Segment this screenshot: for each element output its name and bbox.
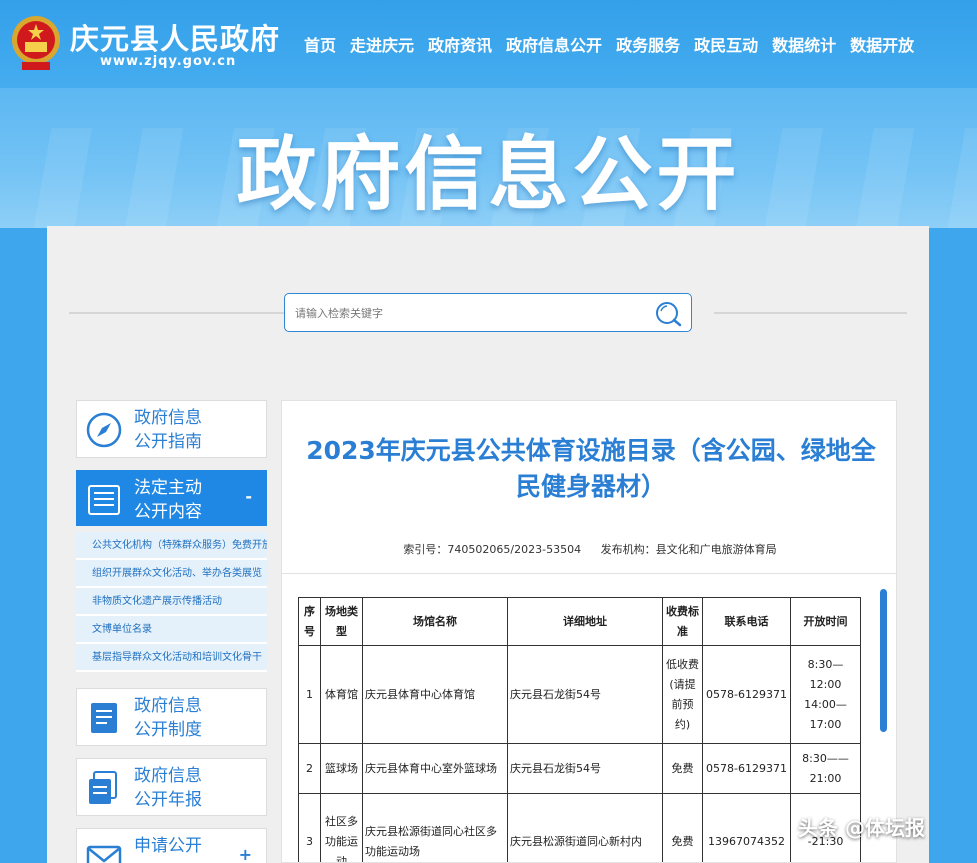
- list-item[interactable]: 非物质文化遗产展示传播活动: [76, 588, 267, 616]
- table-cell: 0578-6129371: [702, 743, 791, 794]
- col-header-hours: 开放时间: [790, 597, 861, 646]
- document-meta: 索引号：740502065/2023-53504 发布机构：县文化和广电旅游体育…: [282, 541, 896, 557]
- main-panel: 政府信息 公开指南 法定主动 公开内容 - 公共文化机构（特殊群众服务）免费开放…: [47, 226, 929, 863]
- table-cell: 3: [298, 793, 321, 862]
- watermark: 头条 @体坛报: [798, 816, 925, 840]
- site-url: www.zjqy.gov.cn: [100, 54, 237, 69]
- main-nav: 首页 走进庆元 政府资讯 政府信息公开 政务服务 政民互动 数据统计 数据开放: [304, 32, 928, 56]
- table-cell: 8:30—12:00 14:00—17:00: [790, 645, 861, 744]
- search-icon[interactable]: [653, 299, 683, 327]
- table-cell: 庆元县体育中心室外篮球场: [362, 743, 508, 794]
- col-header-type: 场地类型: [320, 597, 363, 646]
- site-title[interactable]: 庆元县人民政府: [70, 16, 280, 58]
- table-cell: 庆元县石龙街54号: [507, 645, 663, 744]
- table-cell: 1: [298, 645, 321, 744]
- publisher: 发布机构：县文化和广电旅游体育局: [600, 543, 777, 556]
- index-number: 索引号：740502065/2023-53504: [403, 543, 582, 556]
- banner-title: 政府信息公开: [236, 128, 741, 221]
- table-row: 2 篮球场 庆元县体育中心室外篮球场 庆元县石龙街54号 免费 0578-612…: [298, 743, 861, 794]
- document-icon: [91, 703, 117, 733]
- table-cell: 庆元县石龙街54号: [507, 743, 663, 794]
- sidebar-item-label: 法定主动 公开内容: [134, 478, 202, 522]
- list-doc-icon: [88, 485, 120, 515]
- report-icon: [89, 771, 117, 804]
- table-cell: 庆元县体育中心体育馆: [362, 645, 508, 744]
- col-header-fee: 收费标准: [662, 597, 703, 646]
- site-header: 庆元县人民政府 www.zjqy.gov.cn 首页 走进庆元 政府资讯 政府信…: [0, 0, 977, 88]
- table-row: 1 体育馆 庆元县体育中心体育馆 庆元县石龙街54号 低收费(请提前预约) 05…: [298, 645, 861, 744]
- table-cell: 8:30——21:00: [790, 743, 861, 794]
- table-cell: 体育馆: [320, 645, 363, 744]
- nav-info-disclosure[interactable]: 政府信息公开: [506, 32, 602, 56]
- divider-right: [714, 312, 907, 314]
- list-item[interactable]: 基层指导群众文化活动和培训文化骨干: [76, 644, 267, 672]
- table-cell: 0578-6129371: [702, 645, 791, 744]
- sidebar-sub-list: 公共文化机构（特殊群众服务）免费开放 组织开展群众文化活动、举办各类展览 非物质…: [76, 532, 267, 672]
- compass-icon: [86, 412, 122, 448]
- sidebar-item-label: 申请公开: [134, 836, 202, 856]
- table-cell: 庆元县松源街道同心新村内: [507, 793, 663, 862]
- nav-gov-services[interactable]: 政务服务: [616, 32, 680, 56]
- nav-home[interactable]: 首页: [304, 32, 336, 56]
- national-emblem-icon: [12, 16, 60, 70]
- col-header-name: 场馆名称: [362, 597, 508, 646]
- sidebar-item-apply[interactable]: 申请公开 +: [76, 828, 267, 863]
- table-cell: 免费: [662, 793, 703, 862]
- list-item[interactable]: 公共文化机构（特殊群众服务）免费开放: [76, 532, 267, 560]
- table-cell: 13967074352: [702, 793, 791, 862]
- table-cell: 社区多功能运动: [320, 793, 363, 862]
- col-header-address: 详细地址: [507, 597, 663, 646]
- sidebar-item-statutory-content[interactable]: 法定主动 公开内容 -: [76, 470, 267, 526]
- content-area: 2023年庆元县公共体育设施目录（含公园、绿地全民健身器材） 索引号：74050…: [281, 400, 897, 863]
- col-header-phone: 联系电话: [702, 597, 791, 646]
- table-row: 3 社区多功能运动 庆元县松源街道同心社区多功能运动场 庆元县松源街道同心新村内…: [298, 793, 861, 862]
- sidebar-item-annual-report[interactable]: 政府信息 公开年报: [76, 758, 267, 816]
- sidebar-item-label: 政府信息 公开制度: [134, 696, 202, 740]
- nav-interaction[interactable]: 政民互动: [694, 32, 758, 56]
- table-cell: 篮球场: [320, 743, 363, 794]
- facilities-table: 序号 场地类型 场馆名称 详细地址 收费标准 联系电话 开放时间 1 体育馆 庆…: [298, 597, 861, 862]
- sidebar-item-system[interactable]: 政府信息 公开制度: [76, 688, 267, 746]
- col-header-no: 序号: [298, 597, 321, 646]
- expand-toggle[interactable]: +: [239, 845, 252, 863]
- banner: 政府信息公开: [0, 88, 977, 228]
- search-box: [284, 293, 692, 332]
- sidebar-item-label: 政府信息 公开指南: [134, 408, 202, 452]
- search-input[interactable]: [295, 303, 645, 323]
- page-title: 2023年庆元县公共体育设施目录（含公园、绿地全民健身器材）: [306, 436, 876, 501]
- collapse-toggle[interactable]: -: [245, 487, 252, 506]
- table-cell: 免费: [662, 743, 703, 794]
- sidebar-item-guide[interactable]: 政府信息 公开指南: [76, 400, 267, 458]
- nav-statistics[interactable]: 数据统计: [772, 32, 836, 56]
- scrollbar[interactable]: [880, 589, 887, 732]
- table-cell: 庆元县松源街道同心社区多功能运动场: [362, 793, 508, 862]
- divider-left: [69, 312, 289, 314]
- table-cell: 低收费(请提前预约): [662, 645, 703, 744]
- nav-open-data[interactable]: 数据开放: [850, 32, 914, 56]
- mail-icon: [86, 845, 122, 863]
- table-cell: 2: [298, 743, 321, 794]
- list-item[interactable]: 组织开展群众文化活动、举办各类展览: [76, 560, 267, 588]
- table-header-row: 序号 场地类型 场馆名称 详细地址 收费标准 联系电话 开放时间: [298, 597, 861, 646]
- nav-about-qingyuan[interactable]: 走进庆元: [350, 32, 414, 56]
- nav-gov-news[interactable]: 政府资讯: [428, 32, 492, 56]
- sidebar-item-label: 政府信息 公开年报: [134, 766, 202, 810]
- list-item[interactable]: 文博单位名录: [76, 616, 267, 644]
